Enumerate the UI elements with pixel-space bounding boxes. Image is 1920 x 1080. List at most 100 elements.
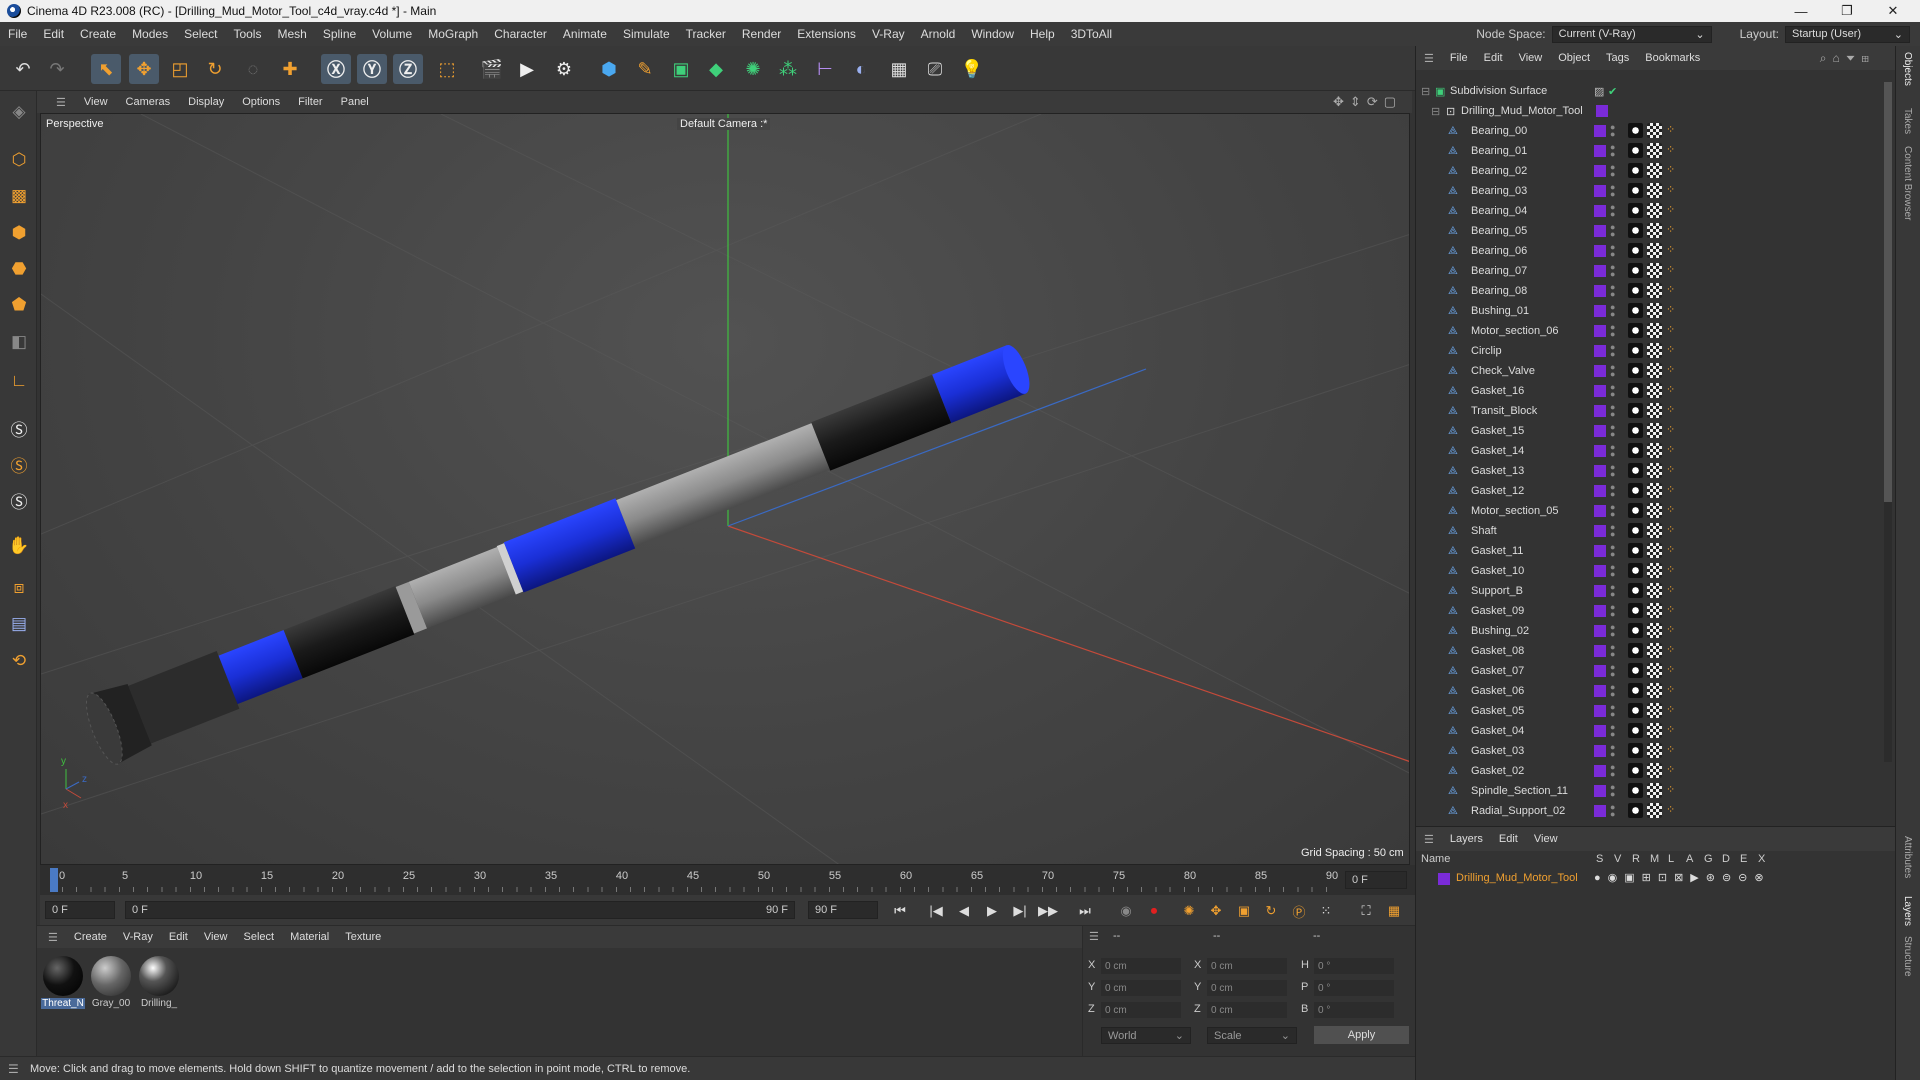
material-tag-icon[interactable] [1628, 123, 1643, 138]
hamburger-icon[interactable]: ☰ [8, 1062, 19, 1076]
material-tag-icon[interactable] [1628, 263, 1643, 278]
visibility-dots-icon[interactable]: ● ● [1610, 503, 1615, 519]
object-row[interactable]: ⟁ Gasket_08 ● ● ⁘ [1416, 641, 1881, 661]
menu-animate[interactable]: Animate [555, 27, 615, 41]
uvw-tag-icon[interactable] [1647, 763, 1662, 778]
object-row[interactable]: ⟁ Gasket_09 ● ● ⁘ [1416, 601, 1881, 621]
extrude-icon[interactable]: ◆ [701, 54, 731, 84]
material-menu-edit[interactable]: Edit [161, 931, 196, 943]
z-axis-icon[interactable]: Ⓩ [393, 54, 423, 84]
render-view-icon[interactable]: 🎬 [477, 54, 507, 84]
uvw-tag-icon[interactable] [1647, 223, 1662, 238]
texture-mode-icon[interactable]: ▩ [4, 181, 34, 211]
pen-icon[interactable]: ✎ [630, 54, 660, 84]
phong-tag-icon[interactable]: ⁘ [1666, 563, 1675, 576]
material-tag-icon[interactable] [1628, 623, 1643, 638]
viewport-menu-display[interactable]: Display [179, 96, 233, 108]
rotation-b-field[interactable]: 0 ° [1314, 1002, 1394, 1018]
material-tag-icon[interactable] [1628, 363, 1643, 378]
layer-color-tag[interactable] [1594, 765, 1606, 777]
material-tag-icon[interactable] [1628, 283, 1643, 298]
phong-tag-icon[interactable]: ⁘ [1666, 343, 1675, 356]
material-tag-icon[interactable] [1628, 583, 1643, 598]
phong-tag-icon[interactable]: ⁘ [1666, 243, 1675, 256]
material-tag-icon[interactable] [1628, 203, 1643, 218]
uvw-tag-icon[interactable] [1647, 283, 1662, 298]
visibility-dots-icon[interactable]: ● ● [1610, 763, 1615, 779]
visibility-dots-icon[interactable]: ● ● [1610, 603, 1615, 619]
menu-modes[interactable]: Modes [124, 27, 176, 41]
material-tag-icon[interactable] [1628, 303, 1643, 318]
next-key-icon[interactable]: ▶▶ [1037, 900, 1059, 922]
material-menu-material[interactable]: Material [282, 931, 337, 943]
object-row[interactable]: ⟁ Transit_Block ● ● ⁘ [1416, 401, 1881, 421]
phong-tag-icon[interactable]: ⁘ [1666, 763, 1675, 776]
redo-icon[interactable]: ↷ [42, 54, 72, 84]
object-row[interactable]: ⟁ Bearing_01 ● ● ⁘ [1416, 141, 1881, 161]
phong-tag-icon[interactable]: ⁘ [1666, 283, 1675, 296]
scale-icon[interactable]: ◰ [165, 54, 195, 84]
layer-color-tag[interactable] [1594, 245, 1606, 257]
material-menu-texture[interactable]: Texture [337, 931, 389, 943]
field-icon[interactable]: ◐ [846, 54, 876, 84]
visibility-dots-icon[interactable]: ● ● [1610, 223, 1615, 239]
layer-color-tag[interactable] [1594, 425, 1606, 437]
visibility-dots-icon[interactable]: ● ● [1610, 483, 1615, 499]
3d-viewport[interactable]: Perspective Default Camera :* Grid Spaci… [40, 113, 1410, 865]
material-swatch[interactable]: Threat_N [41, 956, 85, 1009]
edges-mode-icon[interactable]: ⬣ [4, 254, 34, 284]
viewport-menu-view[interactable]: View [75, 96, 117, 108]
phong-tag-icon[interactable]: ⁘ [1666, 263, 1675, 276]
cube-icon[interactable]: ⬢ [594, 54, 624, 84]
playhead[interactable] [50, 868, 58, 892]
mograph-icon[interactable]: ⁂ [773, 54, 803, 84]
key-move-icon[interactable]: ✥ [1205, 900, 1227, 922]
uvw-tag-icon[interactable] [1647, 743, 1662, 758]
menu-arnold[interactable]: Arnold [913, 27, 964, 41]
visibility-dots-icon[interactable]: ● ● [1610, 363, 1615, 379]
material-tag-icon[interactable] [1628, 323, 1643, 338]
object-row[interactable]: ⟁ Gasket_04 ● ● ⁘ [1416, 721, 1881, 741]
phong-tag-icon[interactable]: ⁘ [1666, 383, 1675, 396]
menu-extensions[interactable]: Extensions [789, 27, 864, 41]
subdivision-icon[interactable]: ▣ [666, 54, 696, 84]
deformer-icon[interactable]: ⊢ [810, 54, 840, 84]
side-tab-takes[interactable]: Takes [1902, 108, 1913, 134]
visibility-dots-icon[interactable]: ● ● [1610, 123, 1615, 139]
minimize-button[interactable]: — [1778, 0, 1824, 22]
uvw-tag-icon[interactable] [1647, 443, 1662, 458]
layer-color-tag[interactable] [1594, 545, 1606, 557]
visibility-dots-icon[interactable]: ● ● [1610, 323, 1615, 339]
material-tag-icon[interactable] [1628, 643, 1643, 658]
phong-tag-icon[interactable]: ⁘ [1666, 503, 1675, 516]
phong-tag-icon[interactable]: ⁘ [1666, 443, 1675, 456]
object-row[interactable]: ⟁ Gasket_07 ● ● ⁘ [1416, 661, 1881, 681]
hamburger-icon[interactable]: ☰ [40, 931, 66, 944]
uvw-tag-icon[interactable] [1647, 423, 1662, 438]
phong-tag-icon[interactable]: ⁘ [1666, 143, 1675, 156]
uvw-tag-icon[interactable] [1647, 343, 1662, 358]
material-tag-icon[interactable] [1628, 523, 1643, 538]
menu-window[interactable]: Window [963, 27, 1022, 41]
viewport-menu-filter[interactable]: Filter [289, 96, 331, 108]
phong-tag-icon[interactable]: ⁘ [1666, 543, 1675, 556]
phong-tag-icon[interactable]: ⁘ [1666, 303, 1675, 316]
uvw-tag-icon[interactable] [1647, 583, 1662, 598]
material-tag-icon[interactable] [1628, 463, 1643, 478]
polygons-mode-icon[interactable]: ⬟ [4, 290, 34, 320]
tweak-icon[interactable]: ✋ [4, 531, 34, 561]
visibility-dots-icon[interactable]: ● ● [1610, 723, 1615, 739]
undo-icon[interactable]: ↶ [8, 54, 38, 84]
menu-volume[interactable]: Volume [364, 27, 420, 41]
object-row[interactable]: ⟁ Radial_Support_02 ● ● ⁘ [1416, 801, 1881, 821]
workplane-grid-icon[interactable]: ⧈ [4, 573, 34, 603]
material-tag-icon[interactable] [1628, 223, 1643, 238]
uvw-tag-icon[interactable] [1647, 783, 1662, 798]
object-menu-tags[interactable]: Tags [1598, 52, 1637, 64]
move-icon[interactable]: ✥ [129, 54, 159, 84]
material-menu-create[interactable]: Create [66, 931, 115, 943]
visibility-dots-icon[interactable]: ● ● [1610, 683, 1615, 699]
menu-spline[interactable]: Spline [315, 27, 364, 41]
position-x-field[interactable]: 0 cm [1101, 958, 1181, 974]
snap-mode-icon[interactable]: Ⓢ [4, 485, 34, 515]
